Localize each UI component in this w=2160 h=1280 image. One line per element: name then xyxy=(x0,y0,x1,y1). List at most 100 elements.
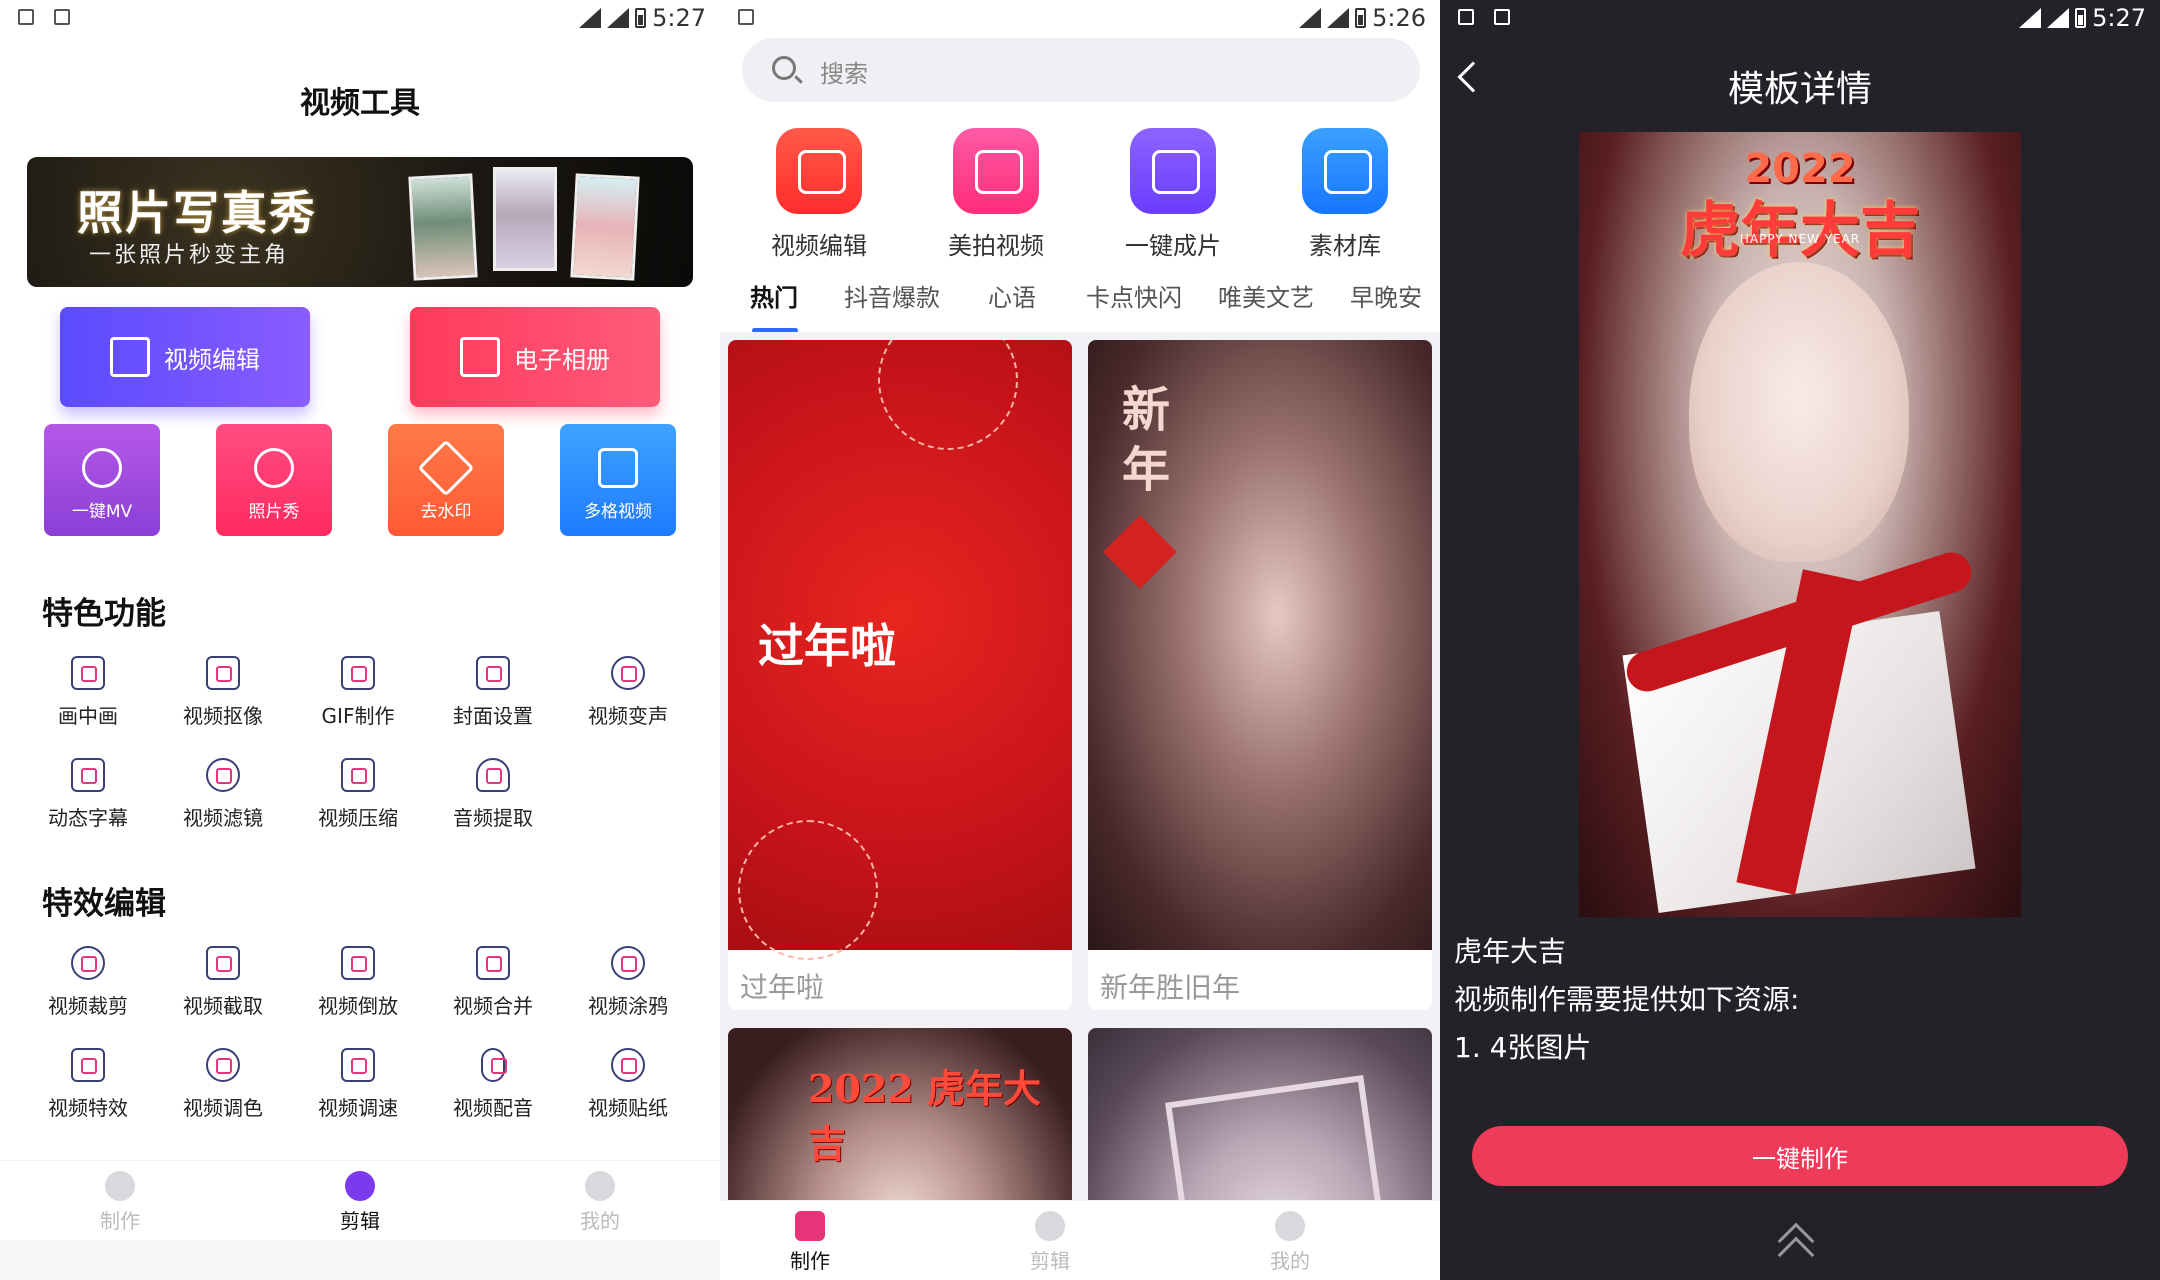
tab-label: 剪辑 xyxy=(1030,1249,1070,1273)
tab-mine[interactable]: 我的 xyxy=(540,1171,660,1234)
feature-item[interactable]: 画中画 xyxy=(23,656,153,746)
tab-edit[interactable]: 剪辑 xyxy=(990,1211,1110,1274)
tile-label: 多格视频 xyxy=(584,502,652,522)
tab-make[interactable]: 制作 xyxy=(750,1211,870,1274)
template-feed: 过年啦 过年啦 新年 新年胜旧年 2022 虎年大吉 xyxy=(720,332,1440,1280)
profile-icon xyxy=(1275,1211,1305,1241)
search-placeholder: 搜索 xyxy=(820,60,868,88)
feature-item[interactable]: 视频抠像 xyxy=(158,656,288,746)
tab-heart-words[interactable]: 心语 xyxy=(988,278,1036,313)
poster-subtitle: HAPPY NEW YEAR xyxy=(1739,232,1861,246)
category-tabs: 热门 抖音爆款 心语 卡点快闪 唯美文艺 早晚安 xyxy=(720,278,1440,333)
quick-label: 一键成片 xyxy=(1125,232,1221,260)
tab-beat-flash[interactable]: 卡点快闪 xyxy=(1086,278,1182,313)
eraser-icon xyxy=(417,439,475,497)
firework-decoration xyxy=(738,820,878,960)
crop-play-icon xyxy=(110,337,150,377)
sticker-icon xyxy=(611,1048,645,1082)
tab-label: 制作 xyxy=(100,1209,140,1233)
feature-label: 视频压缩 xyxy=(318,806,398,830)
tab-label: 我的 xyxy=(1270,1249,1310,1273)
feature-item[interactable]: 视频变声 xyxy=(563,656,693,746)
tab-good-morning[interactable]: 早晚安 xyxy=(1350,278,1422,313)
card-title: 新年胜旧年 xyxy=(1100,971,1241,1004)
tab-hot[interactable]: 热门 xyxy=(750,278,798,313)
fortune-badge-icon xyxy=(1103,515,1177,589)
template-feed-screen: 5:26 搜索 视频编辑 美拍视频 一键成片 素材库 热门 抖音爆款 心语 卡点… xyxy=(720,0,1440,1280)
search-bar[interactable]: 搜索 xyxy=(742,38,1420,102)
doodle-icon xyxy=(611,946,645,980)
feature-label: 视频调色 xyxy=(183,1096,263,1120)
wifi-icon xyxy=(1299,8,1322,28)
remove-watermark-tile[interactable]: 去水印 xyxy=(388,424,504,536)
tab-label: 我的 xyxy=(580,1209,620,1233)
feature-label: 视频合并 xyxy=(453,994,533,1018)
tab-label: 剪辑 xyxy=(340,1209,380,1233)
card-title: 过年啦 xyxy=(740,971,825,1004)
feature-label: 视频裁剪 xyxy=(48,994,128,1018)
video-edit-button[interactable]: 视频编辑 xyxy=(60,307,310,407)
feature-item[interactable]: 音频提取 xyxy=(428,758,558,848)
template-card[interactable]: 新年 新年胜旧年 xyxy=(1088,340,1432,1010)
tab-make[interactable]: 制作 xyxy=(60,1171,180,1234)
tab-edit[interactable]: 剪辑 xyxy=(300,1171,420,1234)
one-click-mv-tile[interactable]: 一键MV xyxy=(44,424,160,536)
quick-video-edit[interactable]: 视频编辑 xyxy=(744,128,894,261)
feature-item[interactable]: 动态字幕 xyxy=(23,758,153,848)
portrait-cutout-icon xyxy=(206,656,240,690)
page-title: 模板详情 xyxy=(1727,69,1872,110)
feature-item[interactable]: 视频涂鸦 xyxy=(563,946,693,1036)
headphones-icon xyxy=(476,758,510,792)
feature-item[interactable]: 视频压缩 xyxy=(293,758,423,848)
feature-label: 视频配音 xyxy=(453,1096,533,1120)
feature-item[interactable]: 视频裁剪 xyxy=(23,946,153,1036)
quick-material-library[interactable]: 素材库 xyxy=(1270,128,1420,261)
feature-item[interactable]: 视频配音 xyxy=(428,1048,558,1138)
notification-icon xyxy=(1494,9,1510,25)
template-card[interactable]: 过年啦 过年啦 xyxy=(728,340,1072,1010)
multi-grid-video-tile[interactable]: 多格视频 xyxy=(560,424,676,536)
tab-mine[interactable]: 我的 xyxy=(1230,1211,1350,1274)
scissors-icon xyxy=(71,946,105,980)
card-overlay-text: 2022 虎年大吉 xyxy=(808,1066,1041,1166)
tab-douyin[interactable]: 抖音爆款 xyxy=(844,278,940,313)
promo-banner[interactable]: 照片写真秀 一张照片秒变主角 xyxy=(27,157,693,287)
clock: 5:26 xyxy=(1372,4,1426,32)
feature-item[interactable]: 视频滤镜 xyxy=(158,758,288,848)
photo-album-button[interactable]: 电子相册 xyxy=(410,307,660,407)
clock: 5:27 xyxy=(652,4,706,32)
feature-item[interactable]: 视频倒放 xyxy=(293,946,423,1036)
feature-label: 画中画 xyxy=(58,704,118,728)
scissors-icon xyxy=(345,1171,375,1201)
feature-label: 封面设置 xyxy=(453,704,533,728)
card-thumbnail: 过年啦 xyxy=(728,340,1072,960)
voice-change-icon xyxy=(611,656,645,690)
feature-item[interactable]: GIF制作 xyxy=(293,656,423,746)
feature-item[interactable]: 视频调色 xyxy=(158,1048,288,1138)
grid-icon xyxy=(598,448,638,488)
one-click-make-button[interactable]: 一键制作 xyxy=(1472,1126,2128,1186)
section-title-effects: 特效编辑 xyxy=(42,886,166,922)
template-preview[interactable]: 2022 虎年大吉 HAPPY NEW YEAR xyxy=(1579,132,2021,917)
portrait-face xyxy=(1689,262,1909,562)
tab-aesthetic[interactable]: 唯美文艺 xyxy=(1218,278,1314,313)
feature-item[interactable]: 封面设置 xyxy=(428,656,558,746)
make-icon xyxy=(795,1211,825,1241)
banner-photo xyxy=(408,173,478,281)
quick-label: 视频编辑 xyxy=(771,232,867,260)
feature-item[interactable]: 视频调速 xyxy=(293,1048,423,1138)
template-name: 虎年大吉 xyxy=(1454,935,1567,968)
crop-icon xyxy=(206,946,240,980)
quick-beauty-video[interactable]: 美拍视频 xyxy=(921,128,1071,261)
feature-item[interactable]: 视频截取 xyxy=(158,946,288,1036)
feature-item[interactable]: 视频特效 xyxy=(23,1048,153,1138)
feature-label: 视频倒放 xyxy=(318,994,398,1018)
feature-label: 动态字幕 xyxy=(48,806,128,830)
photo-show-tile[interactable]: 照片秀 xyxy=(216,424,332,536)
quick-one-click[interactable]: 一键成片 xyxy=(1098,128,1248,261)
feature-item[interactable]: 视频合并 xyxy=(428,946,558,1036)
feature-item[interactable]: 视频贴纸 xyxy=(563,1048,693,1138)
image-icon xyxy=(460,337,500,377)
smile-icon xyxy=(254,448,294,488)
wifi-icon xyxy=(2019,8,2042,28)
